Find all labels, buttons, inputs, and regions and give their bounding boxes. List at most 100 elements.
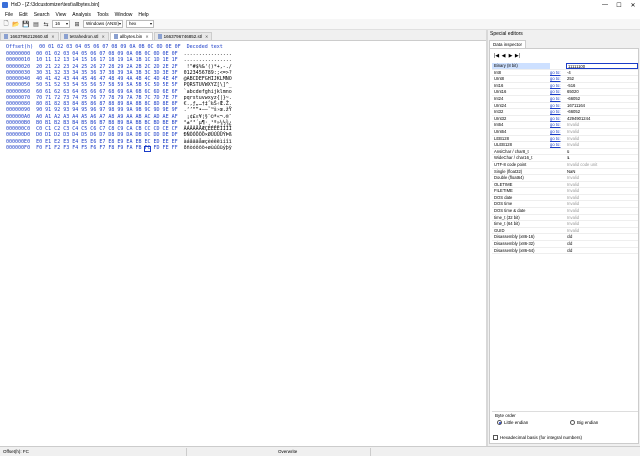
inspector-value[interactable]: 11111100	[566, 63, 638, 69]
inspector-value[interactable]: 252	[566, 76, 638, 82]
hex-row[interactable]: 00000030 30 31 32 33 34 35 36 37 38 39 3…	[6, 70, 232, 76]
bytes-per-row-select[interactable]: 16 ▾	[52, 20, 70, 28]
inspector-value[interactable]: Invalid	[566, 215, 638, 221]
inspector-value[interactable]: Invalid code unit	[566, 162, 638, 168]
inspector-row[interactable]: WideChar / char16_t ﻼ	[492, 155, 638, 162]
hex-row[interactable]: 000000B0 B0 B1 B2 B3 B4 B5 B6 B7 B8 B9 B…	[6, 120, 232, 126]
hex-row[interactable]: 000000E0 E0 E1 E2 E3 E4 E5 E6 E7 E8 E9 E…	[6, 139, 232, 145]
row-bytes[interactable]: 50 51 52 53 54 55 56 57 58 59 5A 5B 5C 5…	[36, 82, 177, 88]
goto-link[interactable]: go to:	[550, 129, 566, 135]
menu-edit[interactable]: Edit	[16, 12, 31, 18]
inspector-row[interactable]: UInt24 go to: 16711164	[492, 103, 638, 110]
menu-search[interactable]: Search	[31, 12, 53, 18]
goto-link[interactable]	[550, 162, 566, 168]
inspector-row[interactable]: ULEB128 go to: Invalid	[492, 142, 638, 149]
menu-analysis[interactable]: Analysis	[69, 12, 94, 18]
row-bytes[interactable]: 70 71 72 73 74 75 76 77 78 79 7A 7B 7C 7…	[36, 95, 177, 101]
goto-link[interactable]: go to:	[550, 116, 566, 122]
inspector-row[interactable]: Int24 go to: -66052	[492, 96, 638, 103]
columns-icon[interactable]: ⇆	[42, 20, 50, 28]
hex-row[interactable]: 000000A0 A0 A1 A2 A3 A4 A5 A6 A7 A8 A9 A…	[6, 114, 232, 120]
hex-row[interactable]: 00000020 20 21 22 23 24 25 26 27 28 29 2…	[6, 64, 232, 70]
save-icon[interactable]: 💾	[22, 20, 30, 28]
inspector-row[interactable]: Disassembly (x86-16) cld	[492, 234, 638, 242]
inspector-value[interactable]: NaN	[566, 169, 638, 175]
tab-file-2[interactable]: tetrahedron.stl ✕	[59, 32, 109, 40]
inspector-value[interactable]: Invalid	[566, 188, 638, 194]
inspector-value[interactable]: Invalid	[566, 221, 638, 227]
row-bytes[interactable]: D0 D1 D2 D3 D4 D5 D6 D7 D8 D9 DA DB DC D…	[36, 132, 177, 138]
goto-link[interactable]: go to:	[550, 89, 566, 95]
goto-link[interactable]	[550, 182, 566, 188]
menu-view[interactable]: View	[53, 12, 70, 18]
tab-data-inspector[interactable]: Data inspector	[489, 40, 527, 48]
inspector-row[interactable]: UInt64 go to: Invalid	[492, 129, 638, 136]
inspector-value[interactable]: 4294901244	[566, 116, 638, 122]
inspector-row[interactable]: Disassembly (x86-64) cld	[492, 248, 638, 255]
hex-row[interactable]: 000000F0 F0 F1 F2 F3 F4 F5 F6 F7 F8 F9 F…	[6, 145, 232, 151]
goto-link[interactable]	[550, 228, 566, 234]
goto-link[interactable]	[550, 201, 566, 207]
inspector-row[interactable]: Double (float64) Invalid	[492, 175, 638, 182]
previous-icon[interactable]: ◀	[500, 53, 507, 59]
inspector-value[interactable]: Invalid	[566, 182, 638, 188]
inspector-row[interactable]: FILETIME Invalid	[492, 188, 638, 195]
goto-link[interactable]: go to:	[550, 83, 566, 89]
inspector-value[interactable]: cld	[566, 248, 638, 254]
goto-link[interactable]	[550, 241, 566, 247]
hex-row[interactable]: 00000070 70 71 72 73 74 75 76 77 78 79 7…	[6, 95, 232, 101]
row-text[interactable]: PQRSTUVWXYZ[\]^_	[184, 82, 232, 88]
inspector-value[interactable]: Invalid	[566, 208, 638, 214]
inspector-row[interactable]: UInt8 go to: 252	[492, 76, 638, 83]
row-text[interactable]: pqrstuvwxyz{|}~.	[184, 95, 232, 101]
inspector-row[interactable]: Int64 go to: Invalid	[492, 122, 638, 129]
row-bytes[interactable]: B0 B1 B2 B3 B4 B5 B6 B7 B8 B9 BA BB BC B…	[36, 120, 177, 126]
goto-link[interactable]: go to:	[550, 103, 566, 109]
inspector-value[interactable]: Invalid	[566, 195, 638, 201]
menu-window[interactable]: Window	[112, 12, 136, 18]
goto-link[interactable]: go to:	[550, 76, 566, 82]
inspector-value[interactable]: -4	[566, 70, 638, 76]
goto-link[interactable]	[550, 155, 566, 161]
tab-file-3[interactable]: allbytes.bin ✕	[109, 32, 153, 40]
goto-link[interactable]: go to:	[550, 122, 566, 128]
inspector-row[interactable]: time_t (64 bit) Invalid	[492, 221, 638, 228]
row-bytes[interactable]: A0 A1 A2 A3 A4 A5 A6 A7 A8 A9 AA AB AC A…	[36, 114, 177, 120]
goto-link[interactable]: go to:	[550, 96, 566, 102]
display-mode-select[interactable]: hex ▾	[126, 20, 154, 28]
hex-basis-checkbox[interactable]: Hexadecimal basis (for integral numbers)	[493, 435, 582, 440]
tab-file-4[interactable]: 1663796746852.stl ✕	[153, 32, 213, 40]
inspector-value[interactable]: ﻼ	[566, 155, 638, 161]
inspector-value[interactable]: cld	[566, 234, 638, 240]
goto-link[interactable]	[550, 175, 566, 181]
inspector-row[interactable]: Disassembly (x86-32) cld	[492, 241, 638, 248]
row-bytes[interactable]: 90 91 92 93 94 95 96 97 98 99 9A 9B 9C 9…	[36, 107, 177, 113]
goto-link[interactable]	[550, 149, 566, 155]
hex-row[interactable]: 00000040 40 41 42 43 44 45 46 47 48 49 4…	[6, 76, 232, 82]
hex-row[interactable]: 00000060 60 61 62 63 64 65 66 67 68 69 6…	[6, 89, 232, 95]
inspector-row[interactable]: Int32 go to: -66052	[492, 109, 638, 116]
inspector-row[interactable]: DOS date Invalid	[492, 195, 638, 202]
inspector-value[interactable]: Invalid	[566, 129, 638, 135]
menu-file[interactable]: File	[2, 12, 16, 18]
row-bytes[interactable]: 30 31 32 33 34 35 36 37 38 39 3A 3B 3C 3…	[36, 70, 177, 76]
row-text[interactable]: ................	[184, 51, 232, 57]
inspector-value[interactable]: Invalid	[566, 142, 638, 148]
goto-link[interactable]	[550, 248, 566, 254]
charset-select[interactable]: Windows (ANSI) ▾	[83, 20, 123, 28]
hex-row[interactable]: 00000050 50 51 52 53 54 55 56 57 58 59 5…	[6, 82, 232, 88]
open-folder-icon[interactable]: 📂	[12, 20, 20, 28]
row-text[interactable]: ¡¢£¤¥¦§¨©ª«¬.®¯	[184, 114, 232, 120]
inspector-value[interactable]: Invalid	[566, 228, 638, 234]
row-bytes[interactable]: 00 01 02 03 04 05 06 07 08 09 0A 0B 0C 0…	[36, 51, 177, 57]
inspector-row[interactable]: time_t (32 bit) Invalid	[492, 215, 638, 222]
row-bytes[interactable]: 10 11 12 13 14 15 16 17 18 19 1A 1B 1C 1…	[36, 57, 177, 63]
row-bytes[interactable]: E0 E1 E2 E3 E4 E5 E6 E7 E8 E9 EA EB EC E…	[36, 139, 177, 145]
goto-link[interactable]	[550, 215, 566, 221]
hex-row[interactable]: 00000000 00 01 02 03 04 05 06 07 08 09 0…	[6, 51, 232, 57]
goto-link[interactable]: go to:	[550, 136, 566, 142]
inspector-row[interactable]: AnsiChar / char8_t ü	[492, 149, 638, 156]
inspector-row[interactable]: UInt32 go to: 4294901244	[492, 116, 638, 123]
inspector-value[interactable]: cld	[566, 241, 638, 247]
goto-link[interactable]	[550, 63, 566, 69]
